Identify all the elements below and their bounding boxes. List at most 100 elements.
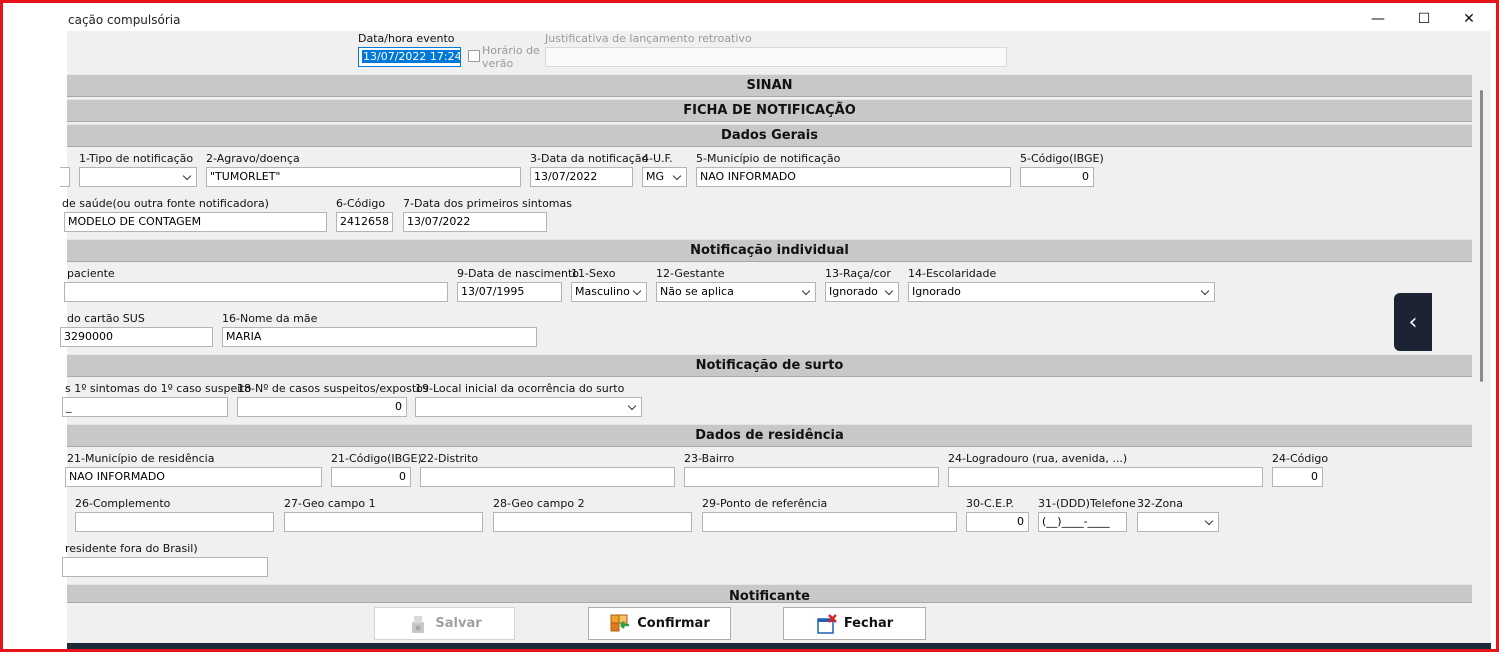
datetime-label: Data/hora evento xyxy=(358,32,455,45)
sintomas-surto-input[interactable]: _ xyxy=(62,397,228,417)
data-notificacao-input[interactable]: 13/07/2022 xyxy=(530,167,633,187)
complemento-input[interactable] xyxy=(75,512,274,532)
confirmar-button[interactable]: Confirmar xyxy=(588,607,731,640)
left-margin xyxy=(3,31,67,647)
section-notificacao-surto: Notificação de surto xyxy=(67,354,1472,377)
local-surto-select[interactable] xyxy=(415,397,642,417)
side-panel-toggle[interactable]: ‹ xyxy=(1394,293,1432,351)
zona-select[interactable] xyxy=(1137,512,1219,532)
window-title: cação compulsória xyxy=(68,13,181,27)
cep-input[interactable]: 0 xyxy=(966,512,1029,532)
casos-suspeitos-input[interactable]: 0 xyxy=(237,397,407,417)
municipio-residencia-label: 21-Município de residência xyxy=(67,452,215,465)
paciente-input[interactable] xyxy=(64,282,448,302)
codigo-logradouro-input[interactable]: 0 xyxy=(1272,467,1323,487)
ponto-referencia-input[interactable] xyxy=(702,512,957,532)
escolaridade-select[interactable]: Ignorado xyxy=(908,282,1215,302)
local-surto-label: 19-Local inicial da ocorrência do surto xyxy=(415,382,625,395)
uf-select[interactable]: MG xyxy=(642,167,687,187)
residente-exterior-input[interactable] xyxy=(62,557,268,577)
agravo-label: 2-Agravo/doença xyxy=(206,152,300,165)
dst-label-1: Horário de xyxy=(482,44,540,57)
telefone-input[interactable]: (__)____-____ xyxy=(1038,512,1127,532)
uf-label: 4-U.F. xyxy=(642,152,673,165)
bairro-label: 23-Bairro xyxy=(684,452,735,465)
scrollbar-thumb[interactable] xyxy=(1480,90,1483,382)
tipo-notificacao-select[interactable] xyxy=(79,167,197,187)
nascimento-input[interactable]: 13/07/1995 xyxy=(457,282,562,302)
justificativa-label: Justificativa de lançamento retroativo xyxy=(545,32,752,45)
municipio-notificacao-label: 5-Município de notificação xyxy=(696,152,841,165)
geo-campo-1-input[interactable] xyxy=(284,512,483,532)
field-partial-left xyxy=(60,167,70,187)
complemento-label: 26-Complemento xyxy=(75,497,171,510)
sexo-label: 11-Sexo xyxy=(571,267,616,280)
salvar-button[interactable]: Salvar xyxy=(374,607,515,640)
bottom-bar xyxy=(67,603,1491,643)
section-notificante: Notificante xyxy=(67,584,1472,604)
unidade-saude-input[interactable]: MODELO DE CONTAGEM xyxy=(64,212,327,232)
escolaridade-label: 14-Escolaridade xyxy=(908,267,997,280)
municipio-residencia-input[interactable]: NAO INFORMADO xyxy=(65,467,322,487)
codigo-ibge-label: 5-Código(IBGE) xyxy=(1020,152,1104,165)
section-sinan: SINAN xyxy=(67,74,1472,97)
nascimento-label: 9-Data de nascimento xyxy=(457,267,580,280)
geo-campo-2-input[interactable] xyxy=(493,512,692,532)
raca-select[interactable]: Ignorado xyxy=(825,282,899,302)
section-notificacao-individual: Notificação individual xyxy=(67,239,1472,262)
ponto-referencia-label: 29-Ponto de referência xyxy=(702,497,828,510)
geo-campo-2-label: 28-Geo campo 2 xyxy=(493,497,585,510)
paciente-label: paciente xyxy=(67,267,115,280)
codigo-ibge-residencia-label: 21-Código(IBGE) xyxy=(331,452,422,465)
casos-suspeitos-label: 18-Nº de casos suspeitos/expostos xyxy=(237,382,429,395)
geo-campo-1-label: 27-Geo campo 1 xyxy=(284,497,376,510)
nome-mae-input[interactable]: MARIA xyxy=(222,327,537,347)
title-bar: cação compulsória — ☐ ✕ xyxy=(3,3,1491,31)
cartao-sus-label: do cartão SUS xyxy=(67,312,145,325)
telefone-label: 31-(DDD)Telefone xyxy=(1038,497,1136,510)
cartao-sus-input[interactable]: 3290000 xyxy=(60,327,213,347)
codigo-ibge-input[interactable]: 0 xyxy=(1020,167,1094,187)
municipio-notificacao-input[interactable]: NAO INFORMADO xyxy=(696,167,1011,187)
dst-label-2: verão xyxy=(482,57,514,70)
save-icon xyxy=(407,613,429,635)
zona-label: 32-Zona xyxy=(1137,497,1183,510)
maximize-button[interactable]: ☐ xyxy=(1401,6,1447,32)
tipo-notificacao-label: 1-Tipo de notificação xyxy=(79,152,194,165)
justificativa-input[interactable] xyxy=(545,47,1007,67)
section-dados-residencia: Dados de residência xyxy=(67,424,1472,447)
sexo-select[interactable]: Masculino xyxy=(571,282,647,302)
datetime-value: 13/07/2022 17:24 xyxy=(362,50,461,63)
dst-checkbox[interactable] xyxy=(468,50,480,62)
close-button[interactable]: ✕ xyxy=(1446,6,1492,32)
logradouro-input[interactable] xyxy=(948,467,1263,487)
section-dados-gerais: Dados Gerais xyxy=(67,124,1472,147)
fechar-label: Fechar xyxy=(843,616,894,631)
distrito-label: 22-Distrito xyxy=(420,452,479,465)
minimize-button[interactable]: — xyxy=(1355,6,1401,32)
residente-exterior-label: residente fora do Brasil) xyxy=(65,542,198,555)
salvar-label: Salvar xyxy=(435,616,482,631)
taskbar-strip xyxy=(67,643,1491,649)
codigo-unidade-input[interactable]: 2412658 xyxy=(336,212,393,232)
logradouro-label: 24-Logradouro (rua, avenida, ...) xyxy=(948,452,1128,465)
distrito-input[interactable] xyxy=(420,467,675,487)
raca-label: 13-Raça/cor xyxy=(825,267,891,280)
codigo-ibge-residencia-input[interactable]: 0 xyxy=(331,467,411,487)
cep-label: 30-C.E.P. xyxy=(966,497,1015,510)
agravo-input[interactable]: "TUMORLET" xyxy=(206,167,521,187)
fechar-button[interactable]: Fechar xyxy=(783,607,926,640)
unidade-saude-label: de saúde(ou outra fonte notificadora) xyxy=(62,197,269,210)
data-sintomas-input[interactable]: 13/07/2022 xyxy=(403,212,547,232)
gestante-select[interactable]: Não se aplica xyxy=(656,282,816,302)
sintomas-surto-label: s 1º sintomas do 1º caso suspeito xyxy=(65,382,252,395)
section-ficha: FICHA DE NOTIFICAÇÃO xyxy=(67,99,1472,122)
datetime-input[interactable]: 13/07/2022 17:24 xyxy=(358,47,461,67)
right-edge xyxy=(1491,31,1496,647)
gestante-label: 12-Gestante xyxy=(656,267,725,280)
close-window-icon xyxy=(816,613,838,635)
data-notificacao-label: 3-Data da notificação xyxy=(530,152,649,165)
bairro-input[interactable] xyxy=(684,467,939,487)
confirmar-label: Confirmar xyxy=(637,616,710,631)
codigo-logradouro-label: 24-Código xyxy=(1272,452,1329,465)
